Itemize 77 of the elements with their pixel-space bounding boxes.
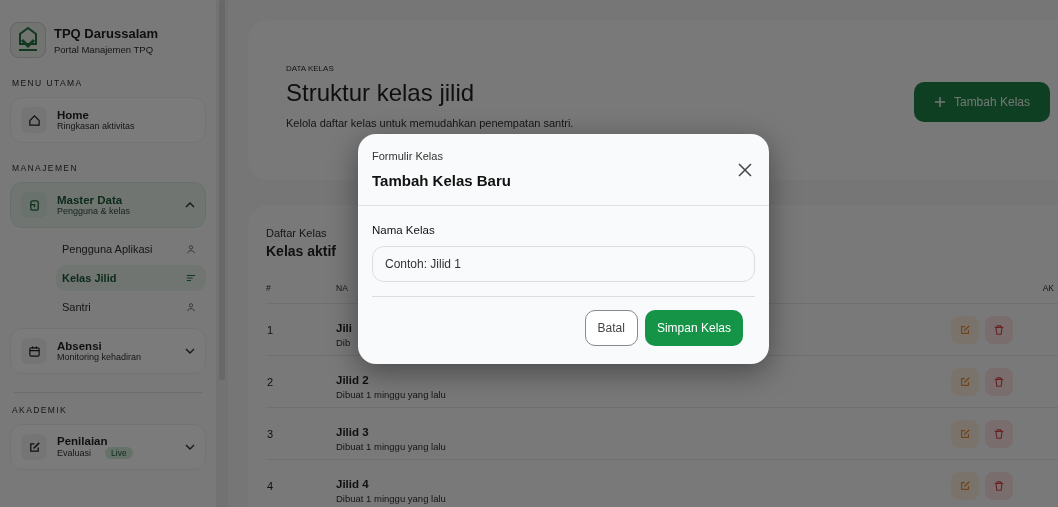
field-label: Nama Kelas <box>372 224 435 236</box>
row-number: 3 <box>266 427 274 440</box>
edit-button[interactable] <box>951 419 979 448</box>
class-created: Dibuat 1 minggu yang lalu <box>336 388 446 400</box>
column-header: NA <box>336 283 348 293</box>
modal-title: Tambah Kelas Baru <box>372 172 511 189</box>
sub-nav-label: Santri <box>62 301 91 313</box>
edit-icon <box>959 375 971 388</box>
nav-item-subtitle: Pengguna & kelas <box>57 206 131 216</box>
home-icon <box>27 113 41 127</box>
mosque-logo-icon <box>10 22 46 58</box>
class-created: Dibuat 1 minggu yang lalu <box>336 440 446 452</box>
edit-icon <box>959 427 971 440</box>
class-created: Dibuat 1 minggu yang lalu <box>336 492 446 504</box>
sub-nav-label: Kelas Jilid <box>62 272 117 284</box>
nav-item[interactable]: Master Data Pengguna & kelas <box>10 182 206 228</box>
row-number: 4 <box>266 479 274 492</box>
trash-icon <box>993 323 1005 336</box>
nav-item-title: Penilaian <box>57 435 108 447</box>
edit-icon <box>27 440 41 454</box>
close-icon <box>738 162 752 177</box>
nav-item[interactable]: Home Ringkasan aktivitas <box>10 97 206 143</box>
section-label: MENU UTAMA <box>12 78 83 88</box>
sub-nav-item[interactable]: Santri <box>56 294 206 320</box>
delete-button[interactable] <box>985 419 1013 448</box>
edit-icon <box>959 479 971 492</box>
cancel-button[interactable]: Batal <box>584 310 638 346</box>
calendar-icon <box>27 344 41 358</box>
sub-nav-label: Pengguna Aplikasi <box>62 243 153 255</box>
nav-item[interactable]: Penilaian Evaluasi Live <box>10 424 206 470</box>
nav-item[interactable]: Absensi Monitoring kehadiran <box>10 328 206 374</box>
nav-item-title: Absensi <box>57 340 102 352</box>
nav-item-subtitle: Ringkasan aktivitas <box>57 121 135 131</box>
table-title: Kelas aktif <box>266 243 337 259</box>
delete-button[interactable] <box>985 315 1013 344</box>
row-number: 1 <box>266 323 274 336</box>
live-badge: Live <box>105 447 133 459</box>
brand-title: TPQ Darussalam <box>54 26 159 41</box>
trash-icon <box>993 375 1005 388</box>
class-created: Dib <box>336 336 351 348</box>
nav-item-title: Home <box>57 109 89 121</box>
trash-icon <box>993 427 1005 440</box>
class-name-input[interactable]: Contoh: Jilid 1 <box>372 246 755 282</box>
users-icon <box>186 244 196 254</box>
page-title: Struktur kelas jilid <box>286 79 475 107</box>
sub-nav-item[interactable]: Kelas Jilid <box>56 265 206 291</box>
column-header: # <box>266 283 271 293</box>
save-button[interactable]: Simpan Kelas <box>644 310 743 346</box>
document-icon <box>27 198 41 212</box>
trash-icon <box>993 479 1005 492</box>
header-eyebrow: DATA KELAS <box>286 64 334 73</box>
class-name: Jilid 2 <box>336 373 369 386</box>
nav-item-title: Master Data <box>57 194 123 206</box>
class-name: Jili <box>336 321 352 334</box>
edit-button[interactable] <box>951 315 979 344</box>
edit-icon <box>959 323 971 336</box>
column-header: AK <box>1042 283 1055 293</box>
nav-item-subtitle: Evaluasi <box>57 448 92 458</box>
list-icon <box>186 273 196 283</box>
section-label: MANAJEMEN <box>12 163 78 173</box>
class-name: Jilid 3 <box>336 425 369 438</box>
section-label: AKADEMIK <box>12 405 68 415</box>
delete-button[interactable] <box>985 367 1013 396</box>
sub-nav-item[interactable]: Pengguna Aplikasi <box>56 236 206 262</box>
page-description: Kelola daftar kelas untuk memudahkan penempatan santri. <box>286 117 574 129</box>
add-class-button[interactable]: Tambah Kelas <box>913 82 1050 122</box>
delete-button[interactable] <box>985 471 1013 500</box>
class-name: Jilid 4 <box>336 477 369 490</box>
modal-eyebrow: Formulir Kelas <box>372 150 443 162</box>
plus-icon <box>933 96 946 108</box>
edit-button[interactable] <box>951 367 979 396</box>
users-icon <box>186 302 196 312</box>
row-number: 2 <box>266 375 274 388</box>
table-eyebrow: Daftar Kelas <box>266 227 327 239</box>
brand-subtitle: Portal Manajemen TPQ <box>54 44 154 55</box>
edit-button[interactable] <box>951 471 979 500</box>
nav-item-subtitle: Monitoring kehadiran <box>57 352 142 362</box>
